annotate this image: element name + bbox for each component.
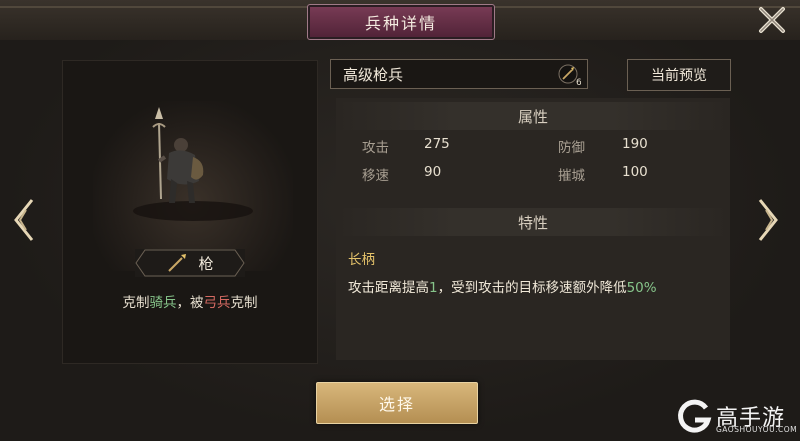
watermark: 高手游 GAOSHOUYOU.COM — [676, 398, 798, 436]
unit-name: 高级枪兵 — [343, 65, 404, 84]
close-button[interactable] — [750, 0, 794, 40]
attr-attack-value: 275 — [424, 136, 450, 152]
spearman-figure-icon — [133, 107, 253, 221]
counter-middle: ，被 — [176, 295, 204, 311]
current-preview-button[interactable]: 当前预览 — [627, 59, 731, 91]
attr-speed: 移速 — [362, 168, 389, 184]
unit-level-icon: 6 — [558, 64, 581, 87]
traits-title: 特性 — [336, 208, 730, 236]
unit-type-tag: 枪 — [135, 249, 245, 277]
unit-name-box: 高级枪兵 6 — [330, 59, 588, 89]
attr-attack: 攻击 — [362, 140, 389, 156]
level-badge: 6 — [576, 78, 581, 87]
attributes-title: 属性 — [336, 102, 730, 130]
trait-name: 长柄 — [348, 252, 375, 268]
trait-description: 攻击距离提高1，受到攻击的目标移速额外降低50% — [348, 280, 657, 296]
page-title: 兵种详情 — [307, 4, 495, 40]
unit-portrait-panel: 枪 克制骑兵，被弓兵克制 — [62, 60, 318, 364]
details-panel: 属性 攻击 275 防御 190 移速 90 摧城 100 特性 长柄 攻击距离… — [336, 98, 730, 360]
prev-unit-arrow-icon[interactable] — [12, 196, 38, 244]
counter-prefix: 克制 — [122, 295, 150, 311]
counter-relation: 克制骑兵，被弓兵克制 — [63, 291, 317, 311]
spear-icon — [168, 254, 187, 272]
attr-siege: 摧城 — [558, 168, 585, 184]
next-unit-arrow-icon[interactable] — [754, 196, 780, 244]
attr-defense: 防御 — [558, 140, 585, 156]
counter-weak: 弓兵 — [203, 295, 231, 311]
watermark-url: GAOSHOUYOU.COM — [716, 425, 798, 434]
tag-frame — [135, 249, 245, 277]
attr-speed-value: 90 — [424, 164, 442, 180]
counter-suffix: 克制 — [230, 295, 258, 311]
close-icon — [759, 7, 785, 33]
attr-defense-value: 190 — [622, 136, 648, 152]
unit-type-label: 枪 — [198, 254, 214, 273]
select-button[interactable]: 选择 — [316, 382, 478, 424]
attr-siege-value: 100 — [622, 164, 648, 180]
watermark-logo-icon — [678, 399, 712, 433]
counter-strong: 骑兵 — [149, 295, 177, 311]
